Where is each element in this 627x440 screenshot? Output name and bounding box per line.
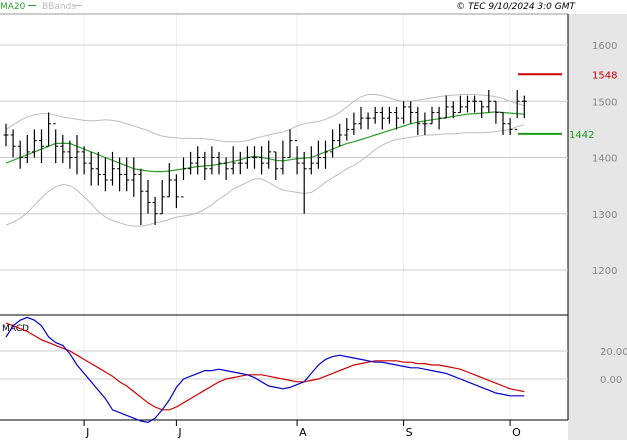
price-bar	[124, 157, 130, 192]
price-bar	[10, 129, 16, 158]
price-bar	[88, 151, 94, 186]
price-bar	[436, 106, 442, 130]
price-bar	[166, 163, 172, 198]
price-bar	[379, 106, 385, 130]
price-bar	[31, 129, 37, 158]
price-bar	[330, 129, 336, 158]
price-bar	[401, 101, 407, 124]
price-bar	[81, 146, 87, 175]
bbands-legend-label: BBands	[42, 2, 76, 12]
price-bar	[237, 151, 243, 175]
x-tick-label: S	[406, 426, 413, 439]
price-bar	[408, 101, 414, 124]
price-bar	[273, 151, 279, 180]
price-bar	[3, 123, 9, 147]
price-y-tick-label: 1300	[592, 210, 617, 221]
x-tick-label: J	[177, 426, 181, 439]
price-bar	[308, 146, 314, 175]
price-bar	[188, 151, 194, 175]
price-bar	[443, 95, 449, 119]
price-bar	[344, 118, 350, 141]
copyright-text: © TEC 9/10/2024 3:0 GMT	[456, 2, 576, 12]
price-bar	[259, 146, 265, 175]
price-bar	[216, 151, 222, 175]
price-bar	[394, 106, 399, 130]
x-axis-ticks: JJASO	[83, 420, 521, 439]
ma20-legend-label: MA20	[0, 2, 26, 12]
x-tick-label: J	[85, 426, 89, 439]
price-bar	[67, 140, 73, 169]
resistance-level-label: 1548	[592, 70, 617, 81]
macd-y-tick-label: 20.00	[600, 347, 627, 358]
price-bar	[102, 157, 108, 192]
macd-y-tick-label: 0.00	[600, 375, 622, 386]
price-bar	[500, 112, 506, 135]
price-y-tick-label: 1400	[592, 154, 617, 165]
price-bar	[46, 112, 52, 147]
price-bar	[358, 106, 364, 130]
price-y-tick-label: 1500	[592, 97, 617, 108]
price-bar	[209, 146, 215, 175]
price-bar	[386, 106, 392, 124]
price-bar	[315, 140, 321, 169]
price-bar	[521, 95, 527, 119]
price-bar	[138, 168, 144, 225]
price-bar	[159, 180, 165, 215]
price-bar	[479, 100, 485, 119]
price-bar	[24, 135, 30, 164]
price-bar	[173, 174, 179, 209]
price-bar	[74, 135, 80, 175]
price-bar	[514, 90, 520, 130]
price-bar	[39, 129, 44, 164]
price-bar	[472, 95, 478, 113]
price-bar	[152, 196, 158, 225]
ma20-legend-swatch	[28, 5, 36, 6]
price-bar	[195, 146, 201, 175]
price-bar	[422, 112, 428, 135]
price-bar	[181, 157, 186, 198]
price-bar	[95, 151, 101, 186]
price-y-tick-label: 1600	[592, 41, 617, 52]
price-bar	[351, 112, 357, 135]
stock-chart: MA20 BBands © TEC 9/10/2024 3:0 GMT 1200…	[0, 2, 627, 440]
price-bar	[337, 123, 343, 147]
price-bar	[365, 112, 371, 130]
price-bar	[60, 135, 66, 164]
x-tick-label: A	[299, 426, 307, 439]
price-bar	[252, 146, 257, 169]
x-tick-label: O	[512, 426, 521, 439]
bbands-legend-swatch	[74, 5, 82, 6]
price-bar	[287, 129, 293, 158]
price-bar	[110, 151, 115, 186]
price-bar	[17, 140, 23, 169]
support-level-label: 1442	[569, 130, 594, 141]
price-bar	[457, 95, 463, 113]
price-bar	[372, 106, 378, 124]
price-bar	[223, 157, 229, 180]
macd-panel-title: MACD	[2, 324, 29, 334]
price-bar	[415, 106, 421, 135]
price-bar	[301, 151, 307, 214]
price-bar	[507, 118, 513, 135]
price-bar	[145, 180, 151, 214]
price-bar	[266, 140, 272, 169]
price-bar	[323, 140, 328, 169]
price-bar	[429, 106, 435, 125]
price-bar	[131, 157, 137, 197]
price-bar	[465, 95, 470, 113]
price-bar	[230, 146, 236, 175]
price-y-tick-label: 1200	[592, 266, 617, 277]
